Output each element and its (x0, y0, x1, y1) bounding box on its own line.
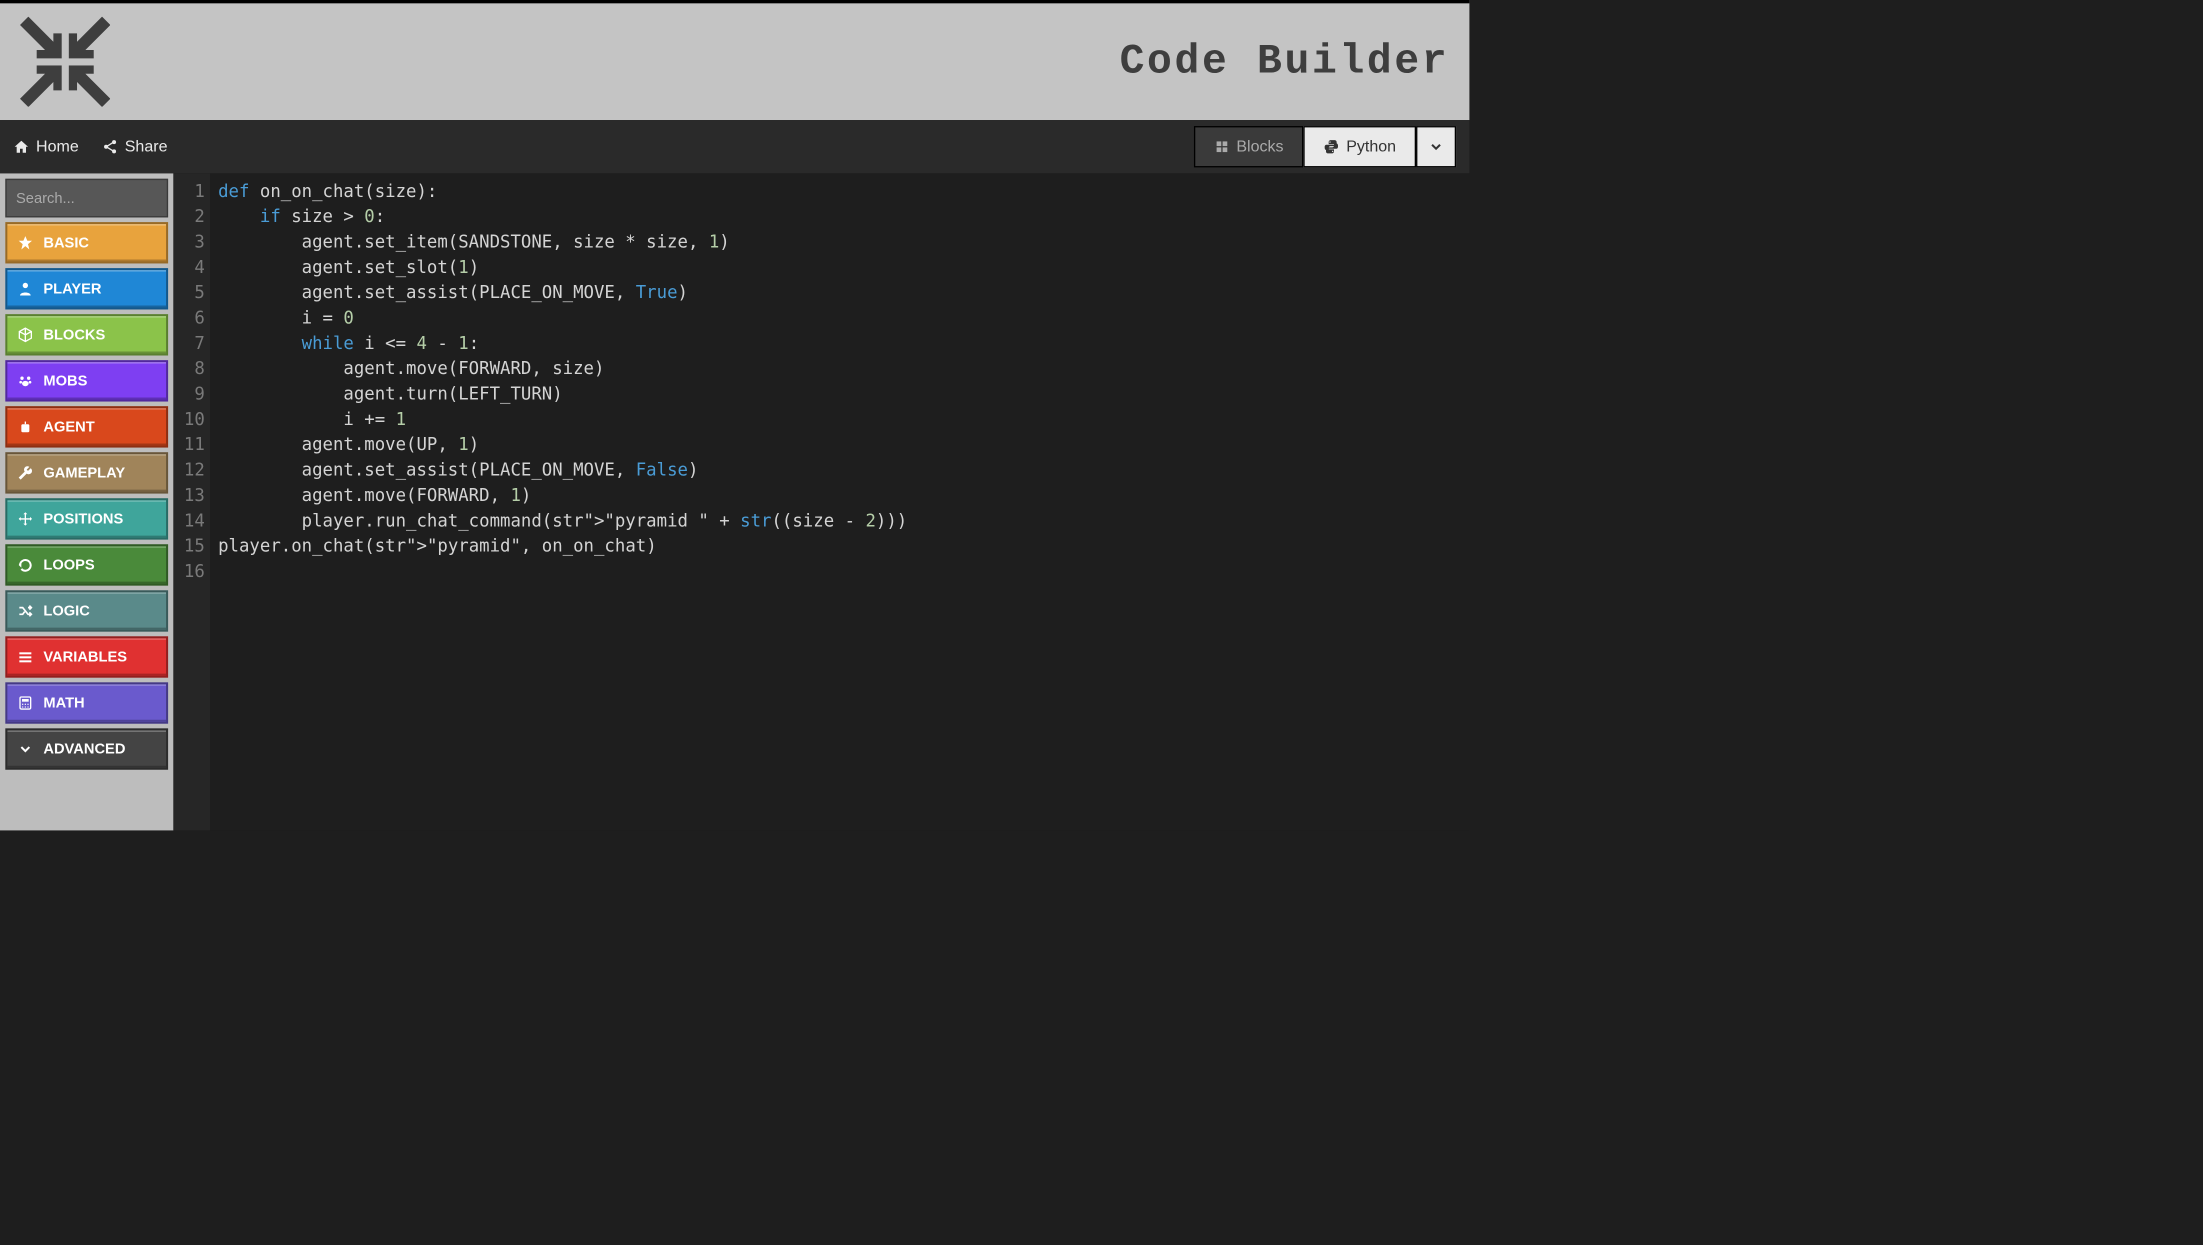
tab-language-more[interactable] (1416, 126, 1456, 167)
category-basic[interactable]: BASIC (5, 222, 168, 263)
cube-icon (17, 327, 34, 343)
code-line[interactable]: player.run_chat_command(str">"pyramid " … (218, 508, 1469, 533)
code-line[interactable]: agent.set_slot(1) (218, 255, 1469, 280)
python-icon (1324, 139, 1340, 155)
category-label: AGENT (43, 418, 94, 435)
tab-blocks-label: Blocks (1236, 137, 1283, 156)
category-math[interactable]: MATH (5, 682, 168, 723)
line-gutter: 12345678910111213141516 (173, 173, 210, 830)
person-icon (17, 281, 34, 297)
code-line[interactable]: agent.set_item(SANDSTONE, size * size, 1… (218, 229, 1469, 254)
code-line[interactable]: agent.turn(LEFT_TURN) (218, 382, 1469, 407)
line-number: 12 (173, 458, 204, 483)
category-label: LOGIC (43, 602, 89, 619)
category-logic[interactable]: LOGIC (5, 590, 168, 631)
blocks-icon (1214, 139, 1230, 155)
code-editor[interactable]: 12345678910111213141516 def on_on_chat(s… (173, 173, 1469, 830)
code-line[interactable]: agent.move(UP, 1) (218, 432, 1469, 457)
calc-icon (17, 695, 34, 711)
tab-python[interactable]: Python (1304, 126, 1417, 167)
category-loops[interactable]: LOOPS (5, 544, 168, 585)
line-number: 1 (173, 179, 204, 204)
line-number: 10 (173, 407, 204, 432)
line-number: 13 (173, 483, 204, 508)
code-line[interactable]: i += 1 (218, 407, 1469, 432)
category-label: GAMEPLAY (43, 464, 125, 481)
category-label: BLOCKS (43, 326, 105, 343)
main-area: BASIC PLAYER BLOCKS MOBS AGENT GAMEPLAY POSITI… (0, 173, 1469, 830)
category-agent[interactable]: AGENT (5, 406, 168, 447)
category-variables[interactable]: VARIABLES (5, 636, 168, 677)
loop-icon (17, 557, 34, 573)
category-label: PLAYER (43, 280, 101, 297)
line-number: 15 (173, 534, 204, 559)
home-button[interactable]: Home (13, 137, 78, 156)
code-line[interactable]: agent.move(FORWARD, size) (218, 356, 1469, 381)
category-sidebar: BASIC PLAYER BLOCKS MOBS AGENT GAMEPLAY POSITI… (0, 173, 173, 830)
collapse-fullscreen-icon[interactable] (20, 17, 110, 107)
robot-icon (17, 419, 34, 435)
line-number: 14 (173, 508, 204, 533)
line-number: 8 (173, 356, 204, 381)
tab-python-label: Python (1346, 137, 1396, 156)
category-label: BASIC (43, 234, 89, 251)
share-label: Share (125, 137, 168, 156)
app-title: Code Builder (1120, 38, 1450, 85)
code-line[interactable]: i = 0 (218, 305, 1469, 330)
category-label: MATH (43, 694, 84, 711)
code-line[interactable]: agent.set_assist(PLACE_ON_MOVE, True) (218, 280, 1469, 305)
category-label: VARIABLES (43, 648, 127, 665)
home-icon (13, 139, 29, 155)
category-label: LOOPS (43, 556, 94, 573)
line-number: 11 (173, 432, 204, 457)
star-icon (17, 235, 34, 251)
line-number: 2 (173, 204, 204, 229)
category-mobs[interactable]: MOBS (5, 360, 168, 401)
wrench-icon (17, 465, 34, 481)
share-icon (102, 139, 118, 155)
category-positions[interactable]: POSITIONS (5, 498, 168, 539)
app-banner: Code Builder (0, 0, 1469, 120)
tab-blocks[interactable]: Blocks (1194, 126, 1304, 167)
shuffle-icon (17, 603, 34, 619)
share-button[interactable]: Share (102, 137, 167, 156)
category-gameplay[interactable]: GAMEPLAY (5, 452, 168, 493)
line-number: 9 (173, 382, 204, 407)
line-number: 16 (173, 559, 204, 584)
code-area[interactable]: def on_on_chat(size): if size > 0: agent… (210, 173, 1469, 830)
line-number: 4 (173, 255, 204, 280)
search-box[interactable] (5, 179, 168, 218)
category-label: MOBS (43, 372, 87, 389)
code-line[interactable]: player.on_chat(str">"pyramid", on_on_cha… (218, 534, 1469, 559)
code-line[interactable]: agent.set_assist(PLACE_ON_MOVE, False) (218, 458, 1469, 483)
toolbar: Home Share Blocks Python (0, 120, 1469, 173)
category-advanced[interactable]: ADVANCED (5, 728, 168, 769)
category-player[interactable]: PLAYER (5, 268, 168, 309)
chevdown-icon (17, 741, 34, 757)
code-line[interactable]: agent.move(FORWARD, 1) (218, 483, 1469, 508)
home-label: Home (36, 137, 79, 156)
code-line[interactable]: while i <= 4 - 1: (218, 331, 1469, 356)
line-number: 7 (173, 331, 204, 356)
category-blocks[interactable]: BLOCKS (5, 314, 168, 355)
line-number: 6 (173, 305, 204, 330)
code-line[interactable]: if size > 0: (218, 204, 1469, 229)
line-number: 5 (173, 280, 204, 305)
list-icon (17, 649, 34, 665)
code-line[interactable]: def on_on_chat(size): (218, 179, 1469, 204)
line-number: 3 (173, 229, 204, 254)
paw-icon (17, 373, 34, 389)
category-label: POSITIONS (43, 510, 123, 527)
category-label: ADVANCED (43, 740, 125, 757)
code-line[interactable] (218, 559, 1469, 584)
move-icon (17, 511, 34, 527)
chevron-down-icon (1428, 139, 1444, 155)
